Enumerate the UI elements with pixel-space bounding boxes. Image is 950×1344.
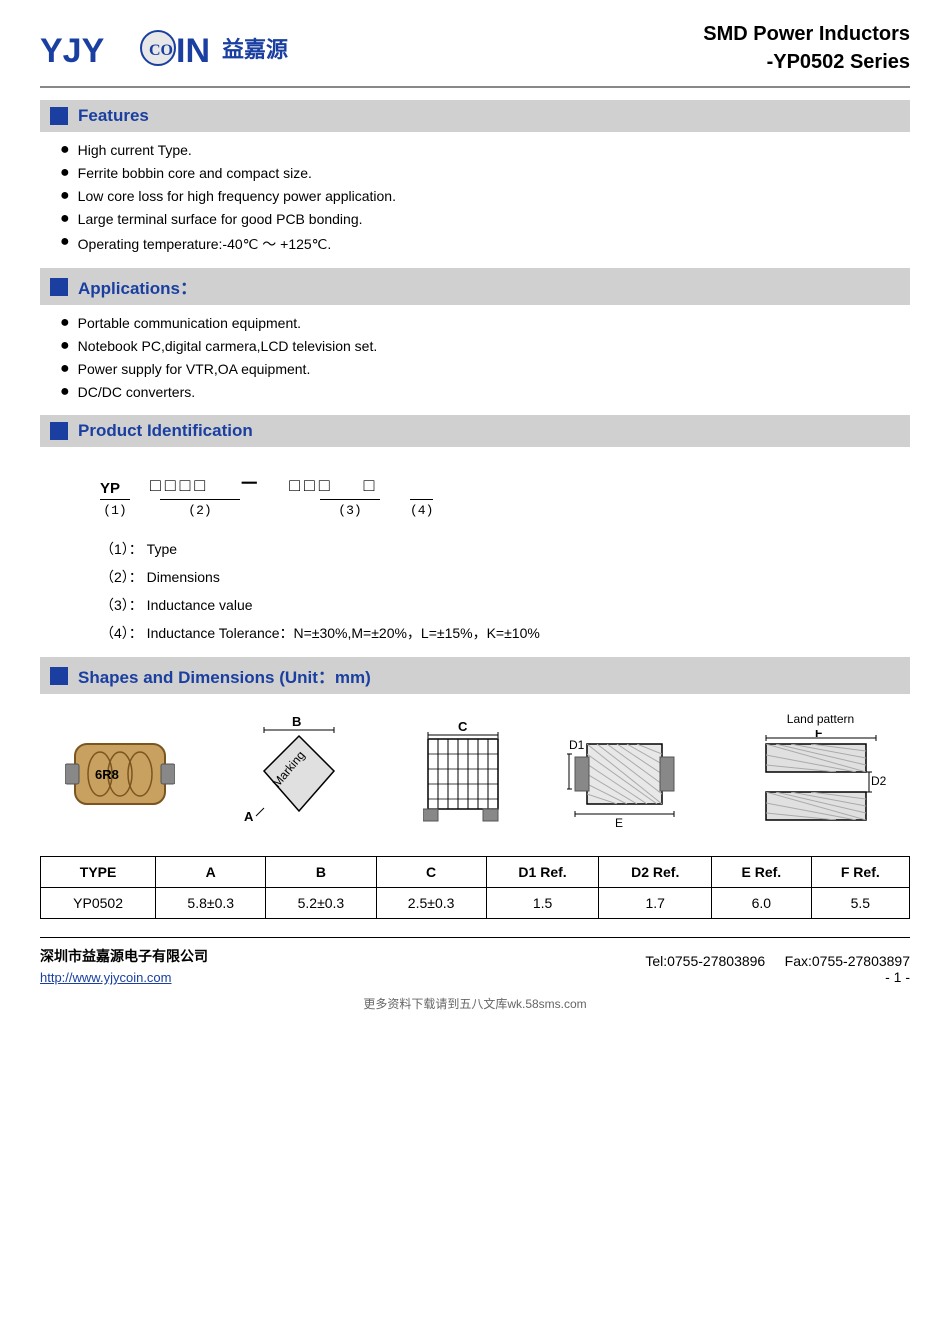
cell-f: 5.5 bbox=[811, 888, 909, 919]
product-id-blue-square bbox=[50, 422, 68, 440]
list-item: Low core loss for high frequency power a… bbox=[60, 188, 910, 205]
cell-b: 5.2±0.3 bbox=[266, 888, 376, 919]
footer-page: - 1 - bbox=[885, 969, 910, 985]
page-title: SMD Power Inductors -YP0502 Series bbox=[703, 20, 910, 76]
pid-desc-2: （2）： Dimensions bbox=[100, 567, 910, 587]
shapes-diagrams: 6R8 B Marking A bbox=[40, 712, 910, 838]
pid-part3: □□□ bbox=[289, 477, 333, 497]
diamond-diagram: B Marking A bbox=[234, 716, 364, 834]
col-d1: D1 Ref. bbox=[486, 857, 599, 888]
pid-desc-1: （1）： Type bbox=[100, 539, 910, 559]
col-d2: D2 Ref. bbox=[599, 857, 712, 888]
list-item: Power supply for VTR,OA equipment. bbox=[60, 361, 910, 378]
col-type: TYPE bbox=[41, 857, 156, 888]
page-header: YJY CO IN 益嘉源 SMD Power Inductors -YP050… bbox=[40, 20, 910, 88]
svg-text:IN: IN bbox=[176, 32, 210, 70]
svg-text:6R8: 6R8 bbox=[95, 767, 119, 782]
col-a: A bbox=[156, 857, 266, 888]
svg-text:D2: D2 bbox=[871, 774, 886, 788]
side-diagram: D1 E bbox=[567, 719, 697, 832]
pid-desc-3: （3）： Inductance value bbox=[100, 595, 910, 615]
pid-part4: □ bbox=[364, 477, 377, 497]
land-pattern-diagram: Land pattern F D2 bbox=[756, 712, 886, 838]
company-name: 深圳市益嘉源电子有限公司 bbox=[40, 946, 208, 966]
side-svg: D1 E bbox=[567, 719, 697, 829]
applications-blue-square bbox=[50, 278, 68, 296]
list-item: Notebook PC,digital carmera,LCD televisi… bbox=[60, 338, 910, 355]
shapes-title: Shapes and Dimensions (Unit：mm) bbox=[78, 663, 371, 688]
footer-left: 深圳市益嘉源电子有限公司 http://www.yjycoin.com bbox=[40, 946, 208, 985]
logo-chinese-text: 益嘉源 bbox=[222, 32, 288, 64]
inductor-diagram: 6R8 bbox=[65, 729, 175, 822]
svg-text:C: C bbox=[458, 719, 468, 734]
land-pattern-label: Land pattern bbox=[756, 712, 886, 726]
list-item: Large terminal surface for good PCB bond… bbox=[60, 211, 910, 228]
footer-right: Tel:0755-27803896 Fax:0755-27803897 - 1 … bbox=[645, 953, 910, 985]
website-link[interactable]: http://www.yjycoin.com bbox=[40, 970, 172, 985]
svg-text:E: E bbox=[615, 816, 623, 829]
page-footer: 深圳市益嘉源电子有限公司 http://www.yjycoin.com Tel:… bbox=[40, 937, 910, 985]
list-item: Operating temperature:-40℃ ～ +125℃. bbox=[60, 234, 910, 254]
pid-desc-4: （4）： Inductance Tolerance：N=±30%,M=±20%，… bbox=[100, 623, 910, 643]
list-item: Portable communication equipment. bbox=[60, 315, 910, 332]
cell-d2: 1.7 bbox=[599, 888, 712, 919]
pid-part2: □□□□ bbox=[150, 477, 209, 497]
product-id-section: Product Identification YP □□□□ － □□□ □ (… bbox=[40, 415, 910, 643]
cell-e: 6.0 bbox=[712, 888, 812, 919]
pid-num1: (1) bbox=[103, 503, 126, 518]
footer-tel: Tel:0755-27803896 bbox=[645, 953, 765, 969]
cell-type: YP0502 bbox=[41, 888, 156, 919]
svg-text:F: F bbox=[815, 730, 822, 740]
applications-list: Portable communication equipment. Notebo… bbox=[40, 315, 910, 401]
cross-svg: C bbox=[423, 719, 508, 829]
features-title: Features bbox=[78, 106, 149, 126]
col-f: F Ref. bbox=[811, 857, 909, 888]
logo-svg: YJY CO IN bbox=[40, 26, 210, 70]
a-label: A bbox=[244, 809, 254, 824]
shapes-blue-square bbox=[50, 667, 68, 685]
pid-dash: － bbox=[239, 467, 259, 497]
applications-header: Applications： bbox=[40, 268, 910, 305]
cell-d1: 1.5 bbox=[486, 888, 599, 919]
cross-diagram: C bbox=[423, 719, 508, 832]
footer-fax: Fax:0755-27803897 bbox=[785, 953, 910, 969]
title-line2: -YP0502 Series bbox=[703, 48, 910, 76]
shapes-section: Shapes and Dimensions (Unit：mm) 6R8 bbox=[40, 657, 910, 919]
svg-text:D1: D1 bbox=[569, 738, 585, 752]
features-section: Features High current Type. Ferrite bobb… bbox=[40, 100, 910, 254]
pid-num4: (4) bbox=[410, 503, 433, 518]
applications-title: Applications： bbox=[78, 274, 197, 299]
list-item: Ferrite bobbin core and compact size. bbox=[60, 165, 910, 182]
list-item: High current Type. bbox=[60, 142, 910, 159]
product-id-title: Product Identification bbox=[78, 421, 253, 441]
svg-text:CO: CO bbox=[149, 42, 173, 59]
col-e: E Ref. bbox=[712, 857, 812, 888]
svg-text:YJY: YJY bbox=[40, 32, 105, 70]
features-list: High current Type. Ferrite bobbin core a… bbox=[40, 142, 910, 254]
product-id-diagram: YP □□□□ － □□□ □ (1) (2) (3) bbox=[100, 467, 910, 519]
diamond-svg: B Marking A bbox=[234, 716, 364, 831]
product-id-header: Product Identification bbox=[40, 415, 910, 447]
list-item: DC/DC converters. bbox=[60, 384, 910, 401]
pid-num2: (2) bbox=[188, 503, 211, 518]
features-header: Features bbox=[40, 100, 910, 132]
table-row: YP0502 5.8±0.3 5.2±0.3 2.5±0.3 1.5 1.7 6… bbox=[41, 888, 910, 919]
dimensions-table: TYPE A B C D1 Ref. D2 Ref. E Ref. F Ref.… bbox=[40, 856, 910, 919]
pid-num3: (3) bbox=[338, 503, 361, 518]
col-c: C bbox=[376, 857, 486, 888]
b-label: B bbox=[292, 716, 301, 729]
bottom-note: 更多资料下载请到五八文库wk.58sms.com bbox=[40, 995, 910, 1012]
features-blue-square bbox=[50, 107, 68, 125]
applications-section: Applications： Portable communication equ… bbox=[40, 268, 910, 401]
land-pattern-svg: F D2 bbox=[756, 730, 886, 835]
pid-descriptions: （1）： Type （2）： Dimensions （3）： Inductanc… bbox=[100, 539, 910, 643]
inductor-svg: 6R8 bbox=[65, 729, 175, 819]
shapes-header: Shapes and Dimensions (Unit：mm) bbox=[40, 657, 910, 694]
col-b: B bbox=[266, 857, 376, 888]
cell-c: 2.5±0.3 bbox=[376, 888, 486, 919]
logo-area: YJY CO IN 益嘉源 bbox=[40, 26, 288, 70]
pid-part1: YP bbox=[100, 480, 120, 497]
title-line1: SMD Power Inductors bbox=[703, 20, 910, 48]
cell-a: 5.8±0.3 bbox=[156, 888, 266, 919]
